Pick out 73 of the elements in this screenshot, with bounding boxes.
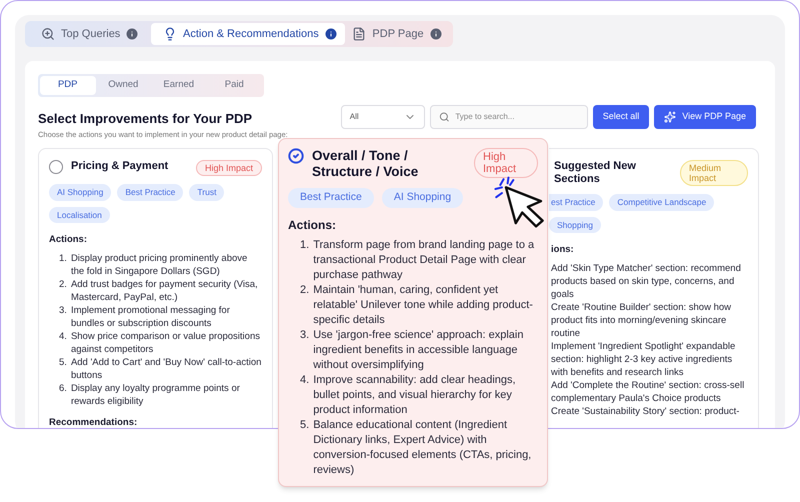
action-item: Improve scannability: add clear headings, bullet points, and visual hierarchy for key product information xyxy=(313,372,517,418)
list-number: 2. xyxy=(300,282,310,298)
tag: est Practice xyxy=(549,194,604,210)
radio-button[interactable] xyxy=(49,160,63,174)
improvement-card[interactable] xyxy=(38,148,273,428)
improvement-card[interactable] xyxy=(549,148,759,428)
filter-dropdown[interactable]: All xyxy=(340,105,425,129)
list-number: 3. xyxy=(300,328,310,343)
action-item: Create 'Sustainability Story' section: product- xyxy=(551,404,740,418)
action-item: Balance educational content (Ingredient Dictionary links, Expert Advice) with conversion-focused elements (CTAs, pricing, reviews) xyxy=(313,418,532,478)
card-title: Pricing & Payment xyxy=(71,160,170,173)
action-item: Add 'Complete the Routine' section: cross-sell complementary Paula's Choice products xyxy=(551,378,746,404)
list-number: 6. xyxy=(59,382,67,396)
card-title: Suggested New Sections xyxy=(554,160,637,186)
sub-tab[interactable]: Owned xyxy=(96,76,151,95)
checked-radio-icon[interactable] xyxy=(288,148,304,164)
tab-icon xyxy=(163,27,177,41)
tag: AI Shopping xyxy=(382,188,464,208)
highlighted-card[interactable] xyxy=(278,138,548,487)
impact-badge: High Impact xyxy=(196,160,262,176)
action-item: Maintain 'human, caring, confident yet relatable' Unilever tone while adding product-specific details xyxy=(313,282,534,328)
tab-icon xyxy=(352,27,366,41)
tag: Localisation xyxy=(49,206,110,224)
section-heading: ions: xyxy=(550,243,575,258)
tag: Competitive Landscape xyxy=(609,194,714,210)
tab[interactable]: PDP Page xyxy=(345,23,449,45)
tag: Best Practice xyxy=(117,184,184,200)
info-icon[interactable] xyxy=(324,28,337,40)
section-heading: Recommendations: xyxy=(49,416,138,428)
tab[interactable]: Top Queries xyxy=(29,23,151,45)
sub-tab[interactable]: Earned xyxy=(151,76,206,95)
cursor-click-icon xyxy=(492,176,546,228)
action-item: Display any loyalty programme points or rewards eligibility xyxy=(70,382,241,408)
sub-tab[interactable]: Paid xyxy=(206,76,262,95)
list-number: 5. xyxy=(300,418,310,433)
list-number: 4. xyxy=(300,372,310,388)
search-field[interactable]: Type to search... xyxy=(430,105,588,129)
action-item: Transform page from brand landing page to a transactional Product Detail Page with clear purchase pathway xyxy=(313,238,536,283)
list-number: 4. xyxy=(59,330,67,344)
info-icon[interactable] xyxy=(430,28,442,40)
section-heading: Actions: xyxy=(288,216,337,234)
action-item: Display product pricing prominently above the fold in Singapore Dollars (SGD) xyxy=(70,252,248,278)
action-button[interactable]: View PDP Page xyxy=(654,105,756,129)
sparkle-icon xyxy=(664,111,676,123)
card-title: Overall / Tone / Structure / Voice xyxy=(312,148,420,180)
tag: Trust xyxy=(189,184,224,200)
impact-badge: Medium Impact xyxy=(680,160,748,186)
list-number: 2. xyxy=(59,278,67,292)
action-item: Implement 'Ingredient Spotlight' expandable section: highlight 2-3 key active ingredients with benefits and research links xyxy=(551,340,736,378)
list-number: 5. xyxy=(59,356,67,370)
action-button[interactable]: Select all xyxy=(592,105,650,129)
tag: Shopping xyxy=(549,216,601,234)
action-item: Create 'Routine Builder' section: show how product fits into morning/evening skincare routine xyxy=(551,300,732,340)
impact-badge: High Impact xyxy=(474,148,538,178)
info-icon[interactable] xyxy=(126,28,138,40)
section-heading: Actions: xyxy=(49,233,88,248)
action-item: Add trust badges for payment security (Visa, Mastercard, PayPal, etc.) xyxy=(70,278,259,304)
tag: AI Shopping xyxy=(49,184,112,200)
search-icon xyxy=(438,111,450,123)
action-item: Use 'jargon-free science' approach: explain ingredient benefits in accessible language without oversimplifying xyxy=(313,328,524,373)
action-item: Show price comparison or value propositions against competitors xyxy=(70,330,261,356)
list-number: 1. xyxy=(300,238,310,253)
action-item: Implement promotional messaging for bundles or subscription discounts xyxy=(70,304,231,330)
list-number: 1. xyxy=(59,252,67,266)
search-input[interactable]: Type to search... xyxy=(455,111,579,123)
tab-icon xyxy=(41,27,55,41)
sub-tab[interactable]: PDP xyxy=(40,76,96,95)
action-item: Add 'Skin Type Matcher' section: recommend products based on skin type, concerns, and goals xyxy=(551,262,742,300)
page-heading: Select Improvements for Your PDP xyxy=(38,110,254,128)
action-item: Add 'Add to Cart' and 'Buy Now' call-to-action buttons xyxy=(70,356,262,382)
tag: Best Practice xyxy=(288,188,374,208)
tab[interactable]: Action & Recommendations xyxy=(151,23,345,45)
list-number: 3. xyxy=(59,304,67,318)
